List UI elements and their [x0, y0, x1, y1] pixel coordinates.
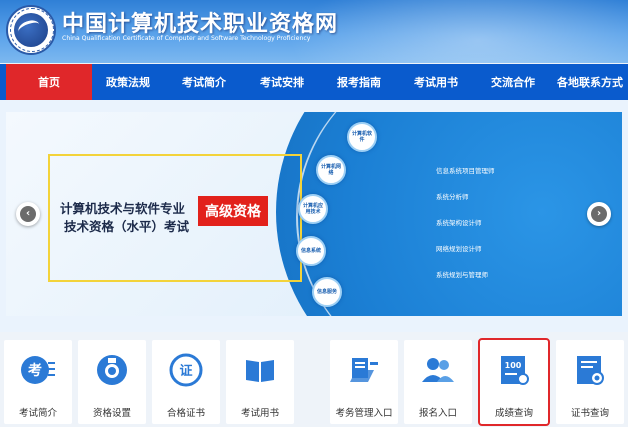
certificate-query-icon [577, 356, 604, 385]
main-nav: 首页 政策法规 考试简介 考试安排 报考指南 考试用书 交流合作 各地联系方式 [0, 64, 628, 100]
role-item: 系统规划与管理师 [436, 271, 488, 279]
header-glow [288, 0, 628, 63]
tile-label: 考试用书 [240, 408, 279, 419]
banner-section: 计算机技术与软件专业 技术资格（水平）考试 高级资格 计算机软件 计算机网络 计… [0, 100, 628, 332]
exam-glyph: 考 [28, 362, 42, 379]
role-item: 信息系统项目管理师 [436, 167, 495, 175]
tile-exam-intro[interactable]: 考 考试简介 [4, 340, 72, 424]
tile-certificate-query[interactable]: 证书查询 [556, 340, 624, 424]
banner-line1: 计算机技术与软件专业 [60, 201, 186, 216]
management-icon [350, 358, 378, 382]
tile-label: 考务管理入口 [335, 408, 393, 419]
tile-score-query[interactable]: 100 成绩查询 [478, 338, 550, 426]
qualification-icon [97, 355, 127, 385]
tile-label: 资格设置 [92, 408, 131, 419]
tile-registration[interactable]: 报名入口 [404, 340, 472, 424]
certificate-icon: 证 [169, 353, 203, 387]
node-info-system: 信息系统 [296, 236, 326, 266]
chevron-right-icon: › [591, 206, 607, 222]
nav-item-exam-intro[interactable]: 考试简介 [164, 64, 244, 100]
quick-links: 考 考试简介 资格设置 证 合格证书 考试用书 考务管理入口 报名入口 100 … [0, 332, 628, 427]
tile-label: 报名入口 [418, 408, 457, 419]
tile-management[interactable]: 考务管理入口 [330, 340, 398, 424]
exam-intro-icon: 考 [21, 356, 55, 384]
node-network: 计算机网络 [316, 155, 346, 185]
tile-books[interactable]: 考试用书 [226, 340, 294, 424]
book-icon [246, 360, 274, 382]
nav-item-guide[interactable]: 报考指南 [320, 64, 398, 100]
nav-item-cooperation[interactable]: 交流合作 [474, 64, 552, 100]
role-item: 系统分析师 [436, 193, 469, 201]
node-application: 计算机应用技术 [298, 194, 328, 224]
banner-line2: 技术资格（水平）考试 [64, 219, 190, 234]
tile-label: 证书查询 [570, 408, 609, 419]
role-item: 系统架构设计师 [436, 219, 482, 227]
score-glyph: 100 [505, 361, 522, 370]
nav-item-policy[interactable]: 政策法规 [92, 64, 164, 100]
senior-badge: 高级资格 [198, 196, 268, 226]
nav-item-books[interactable]: 考试用书 [398, 64, 474, 100]
tile-label: 成绩查询 [494, 408, 533, 419]
tile-qualification[interactable]: 资格设置 [78, 340, 146, 424]
node-software: 计算机软件 [347, 122, 377, 152]
tile-label: 考试简介 [18, 408, 57, 419]
tile-label: 合格证书 [166, 408, 205, 419]
nav-item-schedule[interactable]: 考试安排 [244, 64, 320, 100]
nav-item-contacts[interactable]: 各地联系方式 [552, 64, 628, 100]
node-info-service: 信息服务 [312, 277, 342, 307]
role-item: 网络规划设计师 [436, 245, 482, 253]
score-query-icon: 100 [501, 356, 529, 385]
carousel-prev-button[interactable]: ‹ [16, 202, 40, 226]
registration-icon [422, 358, 454, 382]
cert-glyph: 证 [179, 364, 192, 379]
tile-certificate[interactable]: 证 合格证书 [152, 340, 220, 424]
nav-item-home[interactable]: 首页 [6, 64, 92, 100]
site-header: 中国计算机技术职业资格网 China Qualification Certifi… [0, 0, 628, 63]
site-logo[interactable] [6, 5, 56, 55]
site-subtitle: China Qualification Certificate of Compu… [62, 35, 311, 42]
banner-arc-line [296, 112, 622, 316]
carousel-next-button[interactable]: › [587, 202, 611, 226]
chevron-left-icon: ‹ [20, 206, 36, 222]
site-title: 中国计算机技术职业资格网 [62, 12, 339, 37]
